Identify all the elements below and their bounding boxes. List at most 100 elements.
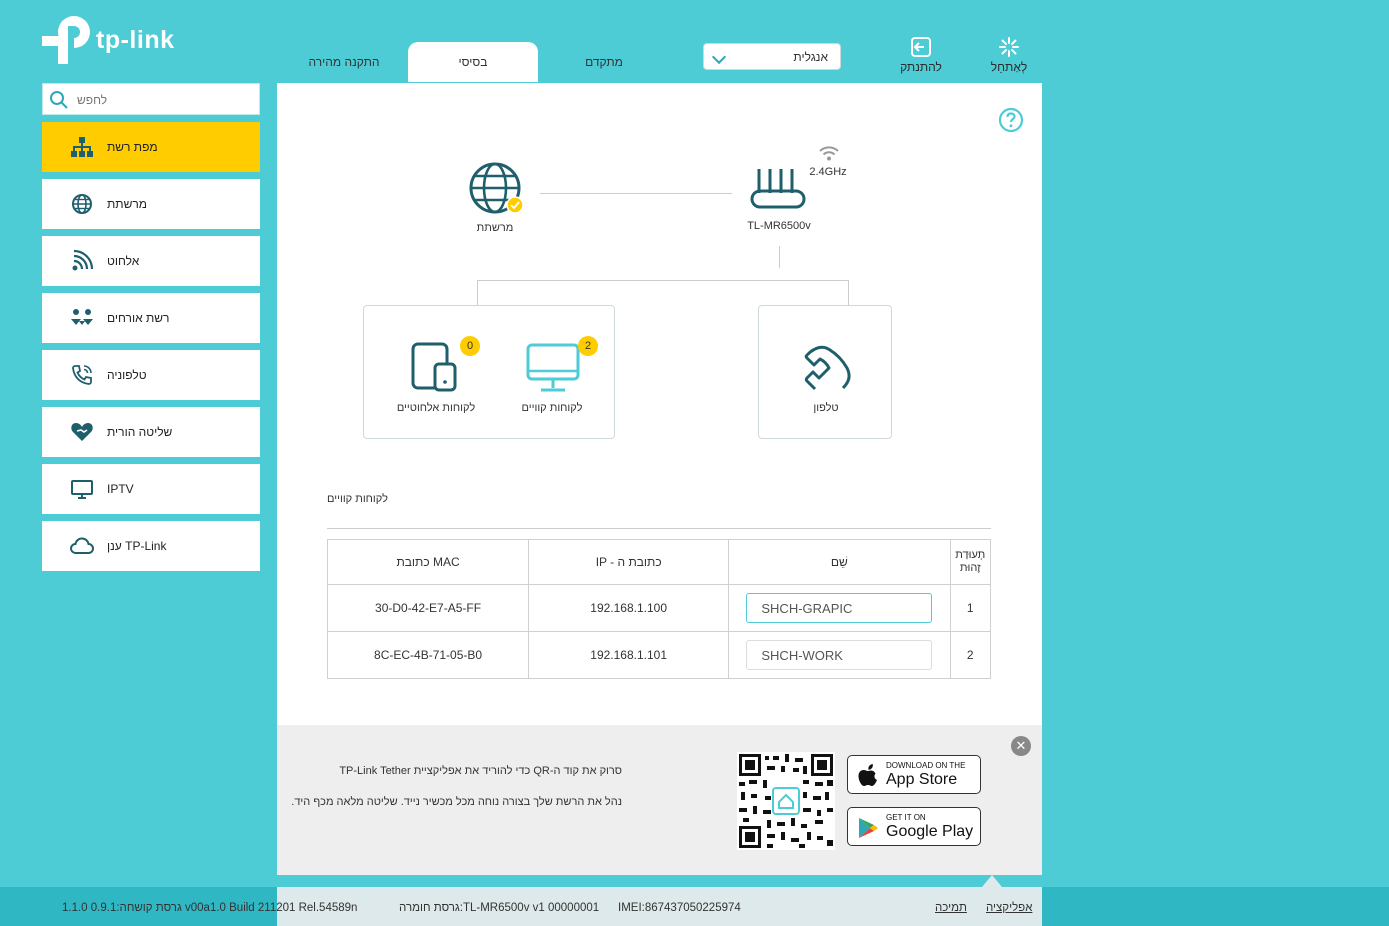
sidebar-item-network-map[interactable]: מפת רשת [42,122,260,172]
logout-button[interactable]: להתנתק [891,36,951,76]
mac-cell: 8C-EC-4B-71-05-B0 [326,631,530,679]
connector-line [848,280,849,305]
tab-label: התקנה מהירה [308,55,380,69]
footer-bar: גרסת קושחה:0.9.1 1.1.0 v00a1.0 Build 211… [0,887,1389,926]
wifi-signal-icon [819,146,839,161]
search-input[interactable] [75,89,255,111]
imei: IMEI:867437050225974 [618,902,741,914]
tab-advanced[interactable]: מתקדם [548,42,660,82]
reboot-icon [999,37,1019,57]
reboot-button[interactable]: לְאַתחֵל [979,36,1039,76]
id-cell: 1 [949,584,992,632]
tp-link-logo: tp-link [40,14,180,66]
qr-code-icon [737,752,835,850]
app-store-big-text: App Store [886,771,958,788]
col-mac-header: כתובת MAC [326,539,530,585]
sidebar-item-label: מרשתת [107,197,147,211]
sidebar-item-internet[interactable]: מרשתת [42,179,260,229]
apple-icon [858,764,877,786]
sidebar-item-wireless[interactable]: אלחוט [42,236,260,286]
brand-name: tp-link [96,26,175,54]
wireless-clients-label: לקוחות אלחוטיים [396,402,476,414]
wireless-icon [72,249,94,271]
sidebar-item-iptv[interactable]: IPTV [42,464,260,514]
table-header-row: כתובת MAC IP - כתובת ה שֵׁם תְעוּדַת זֶה… [326,539,992,585]
table-row: 8C-EC-4B-71-05-B0 192.168.1.101 SHCH-WOR… [326,631,992,679]
cloud-icon [70,537,94,554]
app-store-small-text: DOWNLOAD ON THE [886,761,966,770]
monitor-icon [71,480,93,499]
col-name-header: שֵׁם [728,539,951,585]
network-map-icon [71,137,93,157]
sidebar-item-parental-control[interactable]: שליטה הורית [42,407,260,457]
phone-card[interactable]: טלפון [758,305,892,439]
close-icon[interactable]: ✕ [1011,736,1031,756]
logout-icon [911,37,931,57]
router-label: TL-MR6500v [747,220,811,232]
device-name-input[interactable]: SHCH-GRAPIC [746,593,933,623]
footer-pointer [982,875,1002,887]
wired-clients-count-badge: 2 [578,336,598,356]
ip-cell: 192.168.1.100 [528,584,730,632]
col-ip-header: IP - כתובת ה [528,539,730,585]
clients-card: 0 לקוחות אלחוטיים 2 לקוחות קוויים [363,305,615,439]
tab-quick-setup[interactable]: התקנה מהירה [290,42,398,82]
table-row: 30-D0-42-E7-A5-FF 192.168.1.100 SHCH-GRA… [326,584,992,632]
name-cell: SHCH-WORK [728,631,951,679]
clients-table: כתובת MAC IP - כתובת ה שֵׁם תְעוּדַת זֶה… [326,539,992,679]
sidebar-item-label: TP-Link ענן [107,539,167,553]
sidebar-item-guest-network[interactable]: רשת אורחים [42,293,260,343]
col-id-header-line1: תְעוּדַת [955,549,986,561]
col-id-header: תְעוּדַת זֶהוּת [949,539,992,585]
router-icon[interactable] [749,165,809,213]
reboot-label: לְאַתחֵל [990,60,1028,74]
section-title: לקוחות קוויים [327,493,388,505]
ip-cell: 192.168.1.101 [528,631,730,679]
support-link[interactable]: תמיכה [935,902,967,914]
wireless-devices-icon[interactable] [411,342,459,392]
tp-link-logo-icon [42,16,90,64]
divider [327,528,991,529]
id-cell: 2 [949,631,992,679]
band-label: 2.4GHz [809,166,847,178]
connector-line [477,280,849,281]
mac-cell: 30-D0-42-E7-A5-FF [326,584,530,632]
globe-icon [72,194,92,214]
internet-label: מרשתת [476,222,514,234]
hardware-version: גרסת חומרה:TL-MR6500v v1 00000001 [399,902,600,914]
logout-label: להתנתק [900,60,942,74]
search-icon[interactable] [49,90,69,110]
phone-label: טלפון [813,402,839,414]
device-name-input[interactable]: SHCH-WORK [746,640,933,670]
sidebar-item-label: מפת רשת [107,140,158,154]
sidebar-item-label: שליטה הורית [107,425,173,439]
telephone-icon [804,345,851,391]
sidebar-item-telephony[interactable]: טלפוניה [42,350,260,400]
sidebar-item-tplink-cloud[interactable]: TP-Link ענן [42,521,260,571]
connector-line [540,193,732,194]
tab-label: מתקדם [585,55,623,69]
sidebar-item-label: אלחוט [107,254,140,268]
promo-text-line2: נהל את הרשת שלך בצורה נוחה מכל מכשיר ניי… [291,796,622,808]
google-play-button[interactable]: GET IT ON Google Play [847,807,981,846]
connector-line [477,280,478,305]
phone-icon [72,365,92,385]
google-play-icon [859,818,878,838]
search-box [42,83,260,115]
app-store-button[interactable]: DOWNLOAD ON THE App Store [847,755,981,794]
heart-icon [71,423,93,441]
wireless-clients-count-badge: 0 [460,336,480,356]
chevron-down-icon [711,49,727,65]
guests-icon [71,309,93,325]
wired-clients-monitor-icon[interactable] [525,342,581,394]
wired-clients-label: לקוחות קוויים [521,402,583,414]
col-id-header-line2: זֶהוּת [959,562,981,574]
name-cell: SHCH-GRAPIC [728,584,951,632]
help-icon[interactable] [998,107,1024,133]
language-select[interactable]: אנגלית [703,43,841,70]
tab-basic[interactable]: בסיסי [408,42,538,82]
main-panel: מרשתת 2.4GHz TL-MR6500v 0 לקוחות אלחוטיי… [277,83,1042,725]
google-play-small-text: GET IT ON [886,813,926,822]
app-link[interactable]: אפליקציה [986,902,1032,914]
internet-globe-icon[interactable] [468,161,524,217]
